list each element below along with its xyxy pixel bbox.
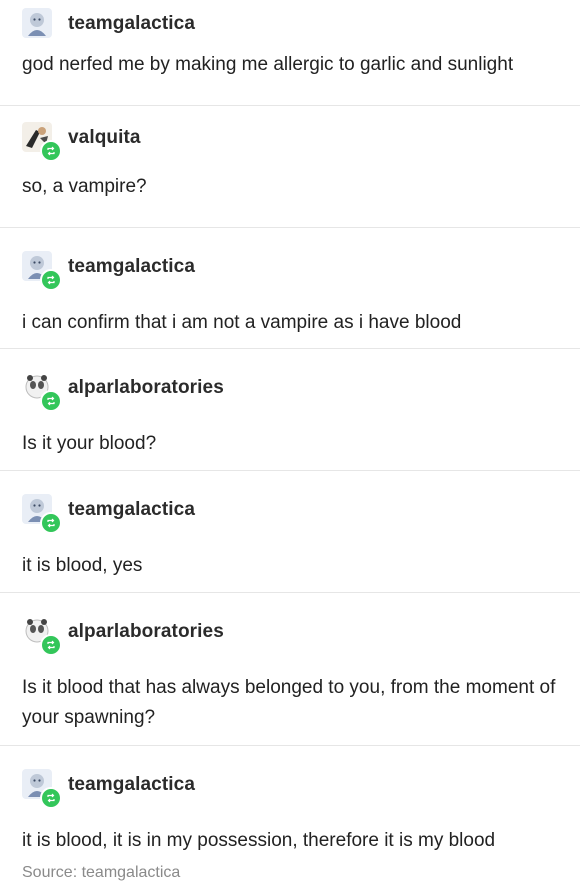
username[interactable]: valquita <box>68 127 141 149</box>
username[interactable]: alparlaboratories <box>68 621 224 643</box>
post-text: i can confirm that i am not a vampire as… <box>22 312 462 333</box>
post-header: alparlaboratories <box>22 593 560 671</box>
reblog-icon <box>47 146 55 156</box>
post-header: teamgalactica <box>22 471 560 549</box>
reblog-badge <box>40 787 62 809</box>
reblog-icon <box>47 793 55 803</box>
post: teamgalactica i can confirm that i am no… <box>0 228 580 349</box>
post-text: so, a vampire? <box>22 176 147 197</box>
post-text: Is it blood that has always belonged to … <box>22 677 556 728</box>
post-text: it is blood, yes <box>22 555 143 576</box>
post: teamgalactica god nerfed me by making me… <box>0 0 580 106</box>
avatar[interactable] <box>22 122 62 162</box>
post: valquita so, a vampire? <box>0 106 580 228</box>
avatar[interactable] <box>22 616 62 656</box>
post: teamgalactica it is blood, yes <box>0 471 580 593</box>
reblog-icon <box>47 275 55 285</box>
avatar[interactable] <box>22 8 54 40</box>
post-header: valquita <box>22 106 560 170</box>
post-header: teamgalactica <box>22 746 560 824</box>
avatar[interactable] <box>22 769 62 809</box>
post-header: teamgalactica <box>22 0 560 48</box>
avatar[interactable] <box>22 494 62 534</box>
username[interactable]: teamgalactica <box>68 499 195 521</box>
username[interactable]: teamgalactica <box>68 13 195 35</box>
post-text: Is it your blood? <box>22 433 157 454</box>
username[interactable]: teamgalactica <box>68 256 195 278</box>
reblog-icon <box>47 640 55 650</box>
reblog-badge <box>40 140 62 162</box>
reblog-badge <box>40 634 62 656</box>
post-header: teamgalactica <box>22 228 560 306</box>
reblog-thread: teamgalactica god nerfed me by making me… <box>0 0 580 894</box>
reblog-icon <box>47 518 55 528</box>
source-link[interactable]: Source: teamgalactica <box>22 856 560 882</box>
post-text: it is blood, it is in my possession, the… <box>22 830 496 851</box>
teamgalactica-avatar-icon <box>22 8 52 38</box>
reblog-badge <box>40 512 62 534</box>
post: alparlaboratories Is it blood that has a… <box>0 593 580 746</box>
username[interactable]: teamgalactica <box>68 774 195 796</box>
avatar[interactable] <box>22 372 62 412</box>
reblog-icon <box>47 396 55 406</box>
post-header: alparlaboratories <box>22 349 560 427</box>
reblog-badge <box>40 269 62 291</box>
post: teamgalactica it is blood, it is in my p… <box>0 746 580 894</box>
reblog-badge <box>40 390 62 412</box>
post: alparlaboratories Is it your blood? <box>0 349 580 471</box>
post-text: god nerfed me by making me allergic to g… <box>22 54 514 75</box>
username[interactable]: alparlaboratories <box>68 377 224 399</box>
avatar[interactable] <box>22 251 62 291</box>
